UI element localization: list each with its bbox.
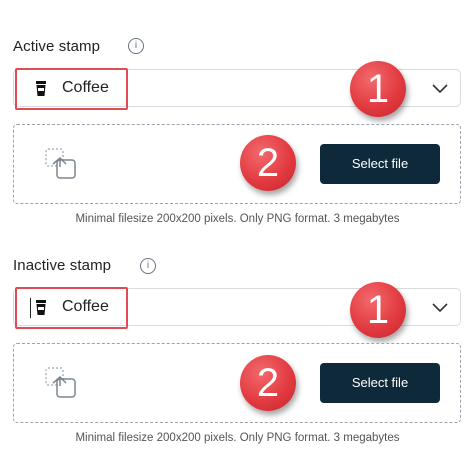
- callout-badge-2: 2: [240, 355, 296, 411]
- inactive-stamp-title: Inactive stamp: [13, 257, 112, 274]
- callout-badge-1: 1: [350, 282, 406, 338]
- chevron-down-icon: [432, 303, 448, 313]
- select-file-button[interactable]: Select file: [320, 363, 440, 403]
- text-cursor: [30, 298, 31, 318]
- select-value: Coffee: [62, 298, 109, 315]
- image-upload-icon: [45, 367, 76, 398]
- inactive-stamp-section: Inactive stamp i Coffee 1 Select file 2 …: [0, 0, 475, 476]
- inactive-stamp-drop-zone[interactable]: Select file: [13, 343, 461, 423]
- coffee-cup-icon: [36, 300, 46, 315]
- helper-text: Minimal filesize 200x200 pixels. Only PN…: [75, 432, 400, 444]
- info-icon[interactable]: i: [140, 258, 156, 274]
